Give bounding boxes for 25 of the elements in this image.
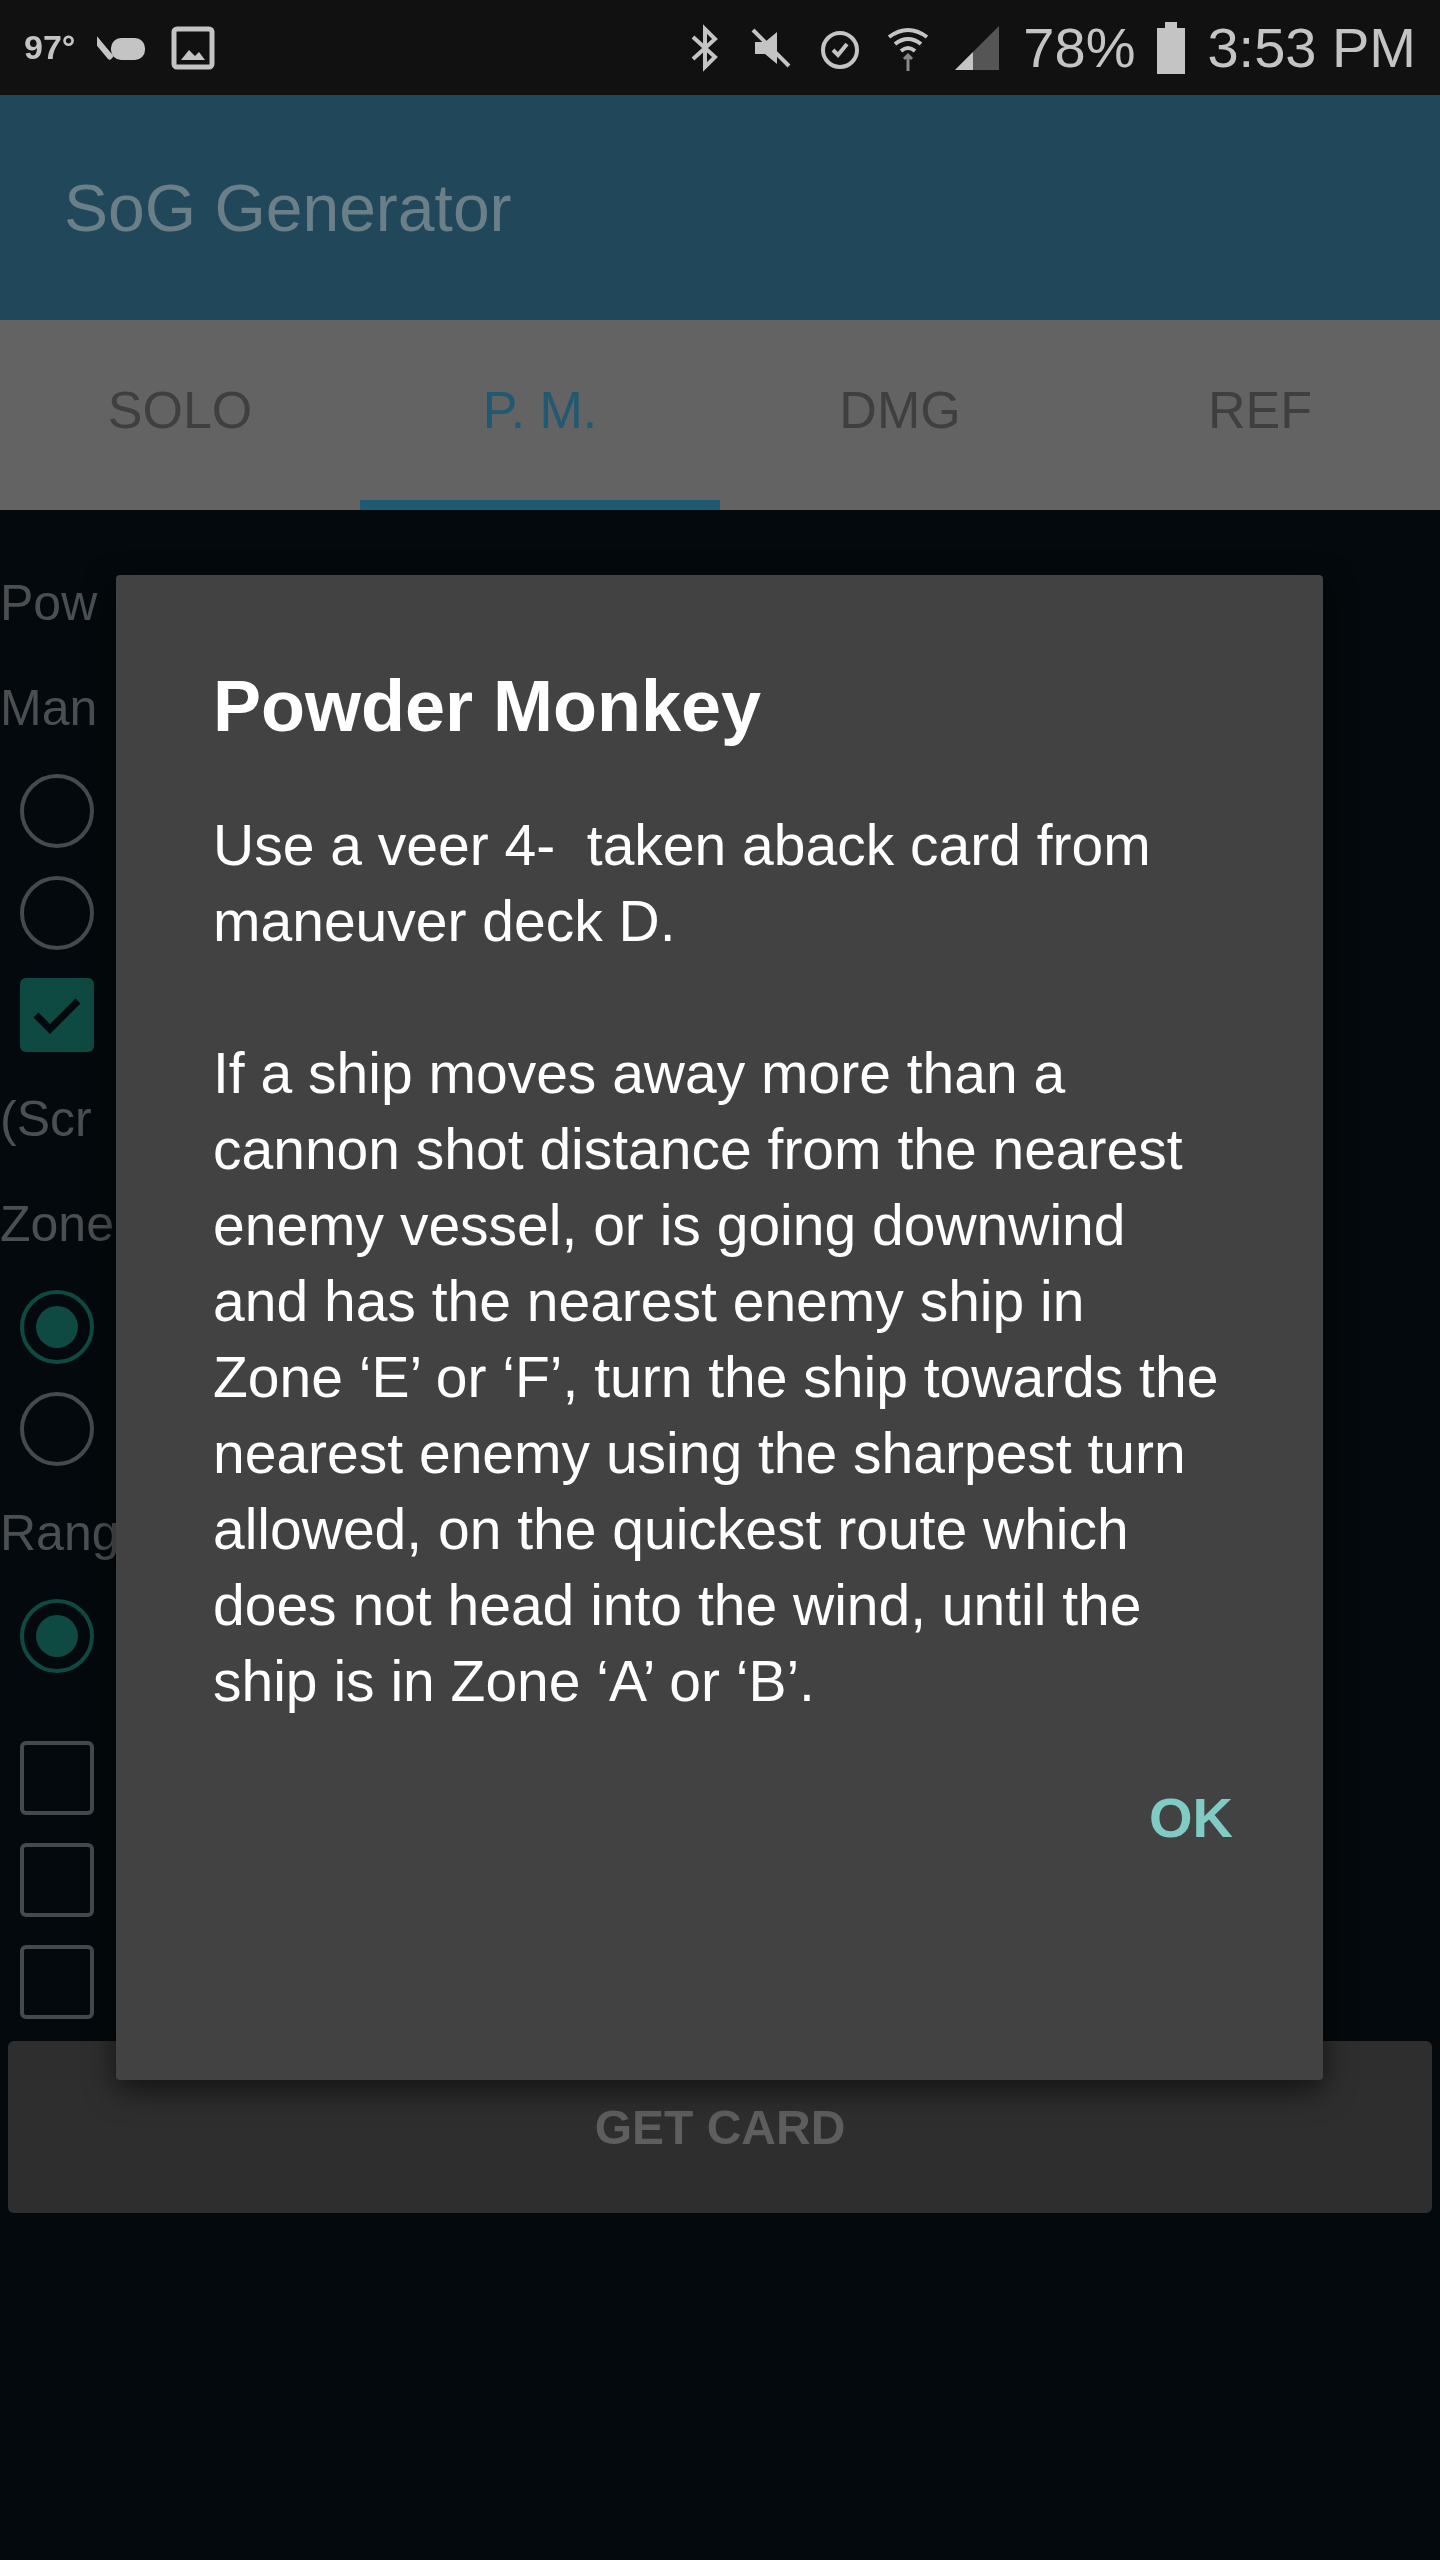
radio-button[interactable]	[20, 774, 94, 848]
ok-button[interactable]: OK	[1149, 1775, 1233, 1860]
form-label: Zone	[0, 1194, 115, 1254]
battery-icon	[1157, 21, 1186, 74]
checkbox[interactable]	[20, 1843, 94, 1917]
dialog-paragraph: If a ship moves away more than a cannon shot distance from the nearest enemy vessel, or is going downwind and has the nearest enemy ship in Zone ‘E’ or ‘F’, turn the ship towards the nearest enemy using the sharpest turn allowed, on the quickest route which does not head into the wind, until the ship is in Zone ‘A’ or ‘B’.	[213, 1040, 1220, 1715]
app-title: SoG Generator	[64, 169, 512, 246]
form-label: Pow	[0, 573, 99, 633]
clock-time: 3:53 PM	[1207, 15, 1416, 80]
dialog-paragraph: Use a veer 4- taken aback card from maneuver deck D.	[213, 812, 1152, 955]
checkbox[interactable]	[20, 978, 94, 1052]
checkbox[interactable]	[20, 1945, 94, 2019]
temperature-text: 97°	[24, 28, 76, 67]
checkbox[interactable]	[20, 1741, 94, 1815]
form-label: Man	[0, 678, 99, 738]
form-label: Rang	[0, 1503, 116, 1563]
form-label: (Scr	[0, 1089, 93, 1149]
radio-button[interactable]	[20, 1392, 94, 1466]
radio-button[interactable]	[20, 1290, 94, 1364]
battery-percentage: 78%	[1023, 15, 1136, 80]
image-icon	[171, 25, 216, 70]
dialog-title: Powder Monkey	[213, 665, 763, 747]
tab[interactable]: P. M.	[360, 320, 720, 510]
radio-button[interactable]	[20, 876, 94, 950]
radio-button[interactable]	[20, 1599, 94, 1673]
